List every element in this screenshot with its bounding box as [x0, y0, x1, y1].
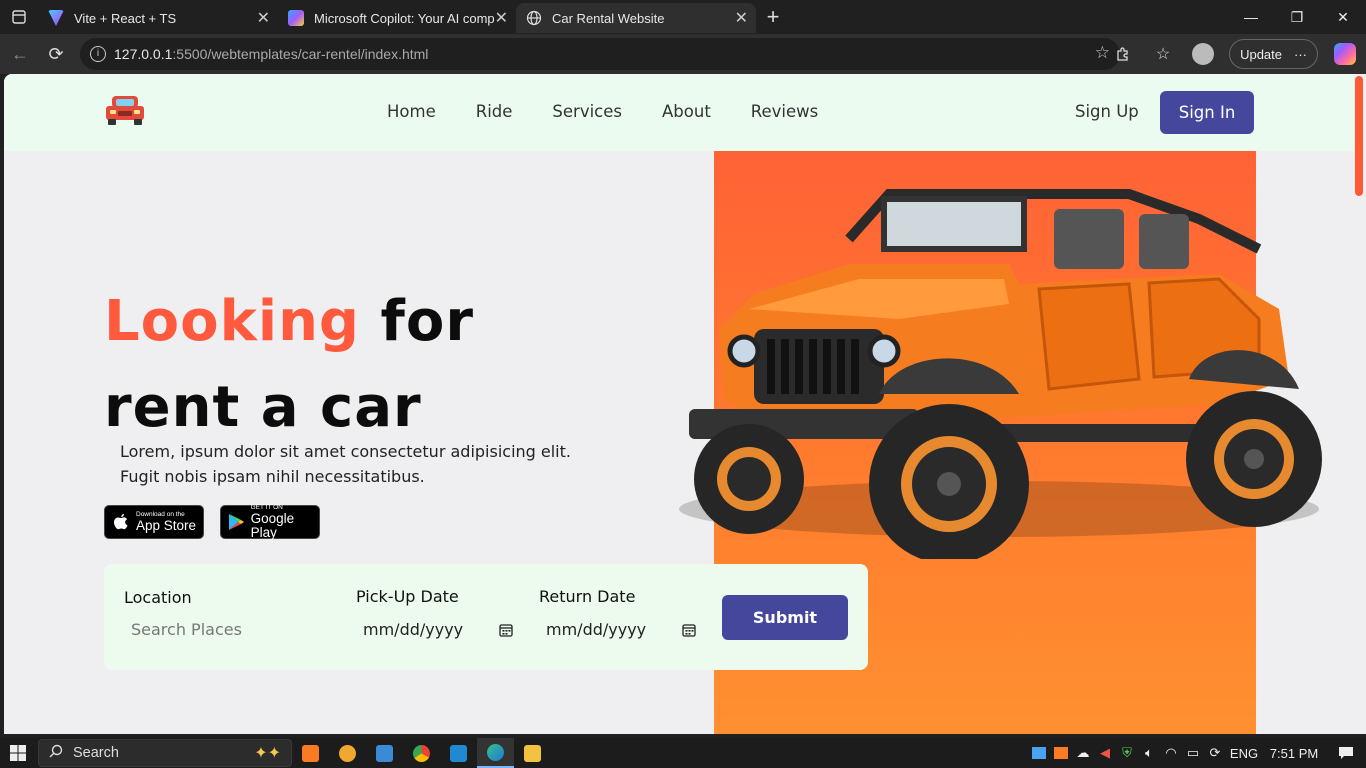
calendar-icon[interactable]: [682, 623, 696, 637]
close-tab-icon[interactable]: ✕: [735, 8, 748, 28]
location-label: Location: [124, 588, 192, 607]
chrome-icon[interactable]: [403, 738, 440, 768]
vscode-icon[interactable]: [440, 738, 477, 768]
file-explorer-icon[interactable]: [514, 738, 551, 768]
wifi-icon[interactable]: ◠: [1160, 738, 1182, 768]
onedrive-icon[interactable]: ☁: [1072, 738, 1094, 768]
reload-icon[interactable]: ⟳: [38, 36, 74, 72]
booking-form: Location Search Places Pick-Up Date mm/d…: [104, 564, 868, 670]
system-tray: ☁ ◀ ⛨ 🔈︎ ◠ ▭ ⟳ ENG 7:51 PM: [1028, 738, 1366, 768]
clock[interactable]: 7:51 PM: [1262, 738, 1326, 768]
return-date-input[interactable]: mm/dd/yyyy: [546, 620, 646, 639]
edge-icon[interactable]: [477, 738, 514, 768]
hero-desc-line2: Fugit nobis ipsam nihil necessitatibus.: [120, 467, 425, 486]
nav-reviews[interactable]: Reviews: [751, 102, 818, 121]
car-logo-icon[interactable]: [104, 92, 146, 126]
avatar: [1192, 43, 1215, 65]
site-header: Home Ride Services About Reviews Sign Up…: [4, 74, 1354, 151]
sparkle-icon: ✦✦: [254, 745, 281, 762]
page-viewport: Home Ride Services About Reviews Sign Up…: [4, 74, 1354, 734]
tab-copilot[interactable]: Microsoft Copilot: Your AI compa ✕: [278, 3, 516, 33]
url-path: :5500/webtemplates/car-rentel/index.html: [172, 46, 429, 62]
hero-desc-line1: Lorem, ipsum dolor sit amet consectetur …: [120, 442, 571, 461]
tab-title: Vite + React + TS: [74, 10, 177, 26]
pickup-date-input[interactable]: mm/dd/yyyy: [363, 620, 463, 639]
hero-title-accent: Looking: [104, 289, 361, 354]
hero-title-rest: for: [360, 289, 474, 354]
close-window-icon[interactable]: ✕: [1320, 0, 1366, 34]
pickup-date-label: Pick-Up Date: [356, 587, 459, 606]
copilot-sidebar-icon[interactable]: [1334, 43, 1356, 65]
minimize-icon[interactable]: —: [1228, 0, 1274, 34]
update-label: Update: [1240, 46, 1282, 62]
browser-tab-bar: Vite + React + TS ✕ Microsoft Copilot: Y…: [0, 0, 1366, 34]
location-input[interactable]: Search Places: [131, 620, 331, 639]
search-label: Search: [73, 745, 119, 761]
notifications-icon[interactable]: [1326, 738, 1366, 768]
security-icon[interactable]: ⛨: [1116, 738, 1138, 768]
main-nav: Home Ride Services About Reviews: [387, 102, 858, 121]
update-button[interactable]: Update ···: [1229, 39, 1318, 69]
window-controls: — ❐ ✕: [1228, 0, 1366, 34]
windows-start-icon[interactable]: [0, 738, 36, 768]
app-store-badge[interactable]: Download on the App Store: [104, 505, 204, 539]
back-icon[interactable]: ←: [2, 36, 38, 72]
apple-icon: [111, 512, 131, 532]
tab-title: Car Rental Website: [552, 10, 665, 26]
google-play-badge[interactable]: GET IT ON Google Play: [220, 504, 320, 540]
close-tab-icon[interactable]: ✕: [495, 8, 508, 28]
wheel: [694, 424, 804, 534]
nav-home[interactable]: Home: [387, 102, 436, 121]
new-tab-icon[interactable]: +: [756, 2, 790, 32]
calendar-icon[interactable]: [499, 623, 513, 637]
remote-desktop-icon[interactable]: [366, 738, 403, 768]
nav-about[interactable]: About: [662, 102, 711, 121]
restore-icon[interactable]: ❐: [1274, 0, 1320, 34]
sign-up-link[interactable]: Sign Up: [1075, 102, 1139, 121]
google-play-icon: [227, 512, 246, 532]
battery-icon[interactable]: ▭: [1182, 738, 1204, 768]
nav-ride[interactable]: Ride: [476, 102, 513, 121]
xampp-app-icon[interactable]: [292, 738, 329, 768]
scrollbar-thumb[interactable]: [1355, 76, 1363, 196]
browser-toolbar: ☆ Update ···: [1103, 38, 1366, 70]
tray-app-icon[interactable]: [1028, 738, 1050, 768]
windows-taskbar: Search ✦✦ ☁ ◀ ⛨ 🔈︎ ◠ ▭ ⟳ ENG 7:51 PM: [0, 738, 1366, 768]
url-field[interactable]: i 127.0.0.1:5500/webtemplates/car-rentel…: [80, 38, 1120, 70]
language-indicator[interactable]: ENG: [1226, 738, 1262, 768]
tray-xampp-icon[interactable]: [1050, 738, 1072, 768]
extensions-icon[interactable]: [1103, 38, 1143, 70]
jeep-image: [679, 189, 1322, 559]
nav-services[interactable]: Services: [552, 102, 622, 121]
page-scrollbar[interactable]: [1354, 74, 1366, 734]
site-info-icon[interactable]: i: [90, 46, 106, 62]
taskbar-search[interactable]: Search ✦✦: [38, 739, 292, 767]
address-bar-row: ← ⟳ i 127.0.0.1:5500/webtemplates/car-re…: [0, 34, 1366, 74]
search-icon: [49, 744, 63, 762]
volume-icon[interactable]: 🔈︎: [1138, 738, 1160, 768]
tab-actions-icon[interactable]: [0, 0, 38, 34]
submit-button[interactable]: Submit: [722, 595, 848, 640]
google-play-large-text: Google Play: [250, 511, 295, 540]
close-tab-icon[interactable]: ✕: [257, 8, 270, 28]
app-icon[interactable]: [329, 738, 366, 768]
profile-icon[interactable]: [1183, 38, 1223, 70]
return-date-label: Return Date: [539, 587, 636, 606]
tab-car-rental[interactable]: Car Rental Website ✕: [516, 3, 756, 33]
hero-title-line2: rent a car: [104, 375, 422, 440]
app-store-large-text: App Store: [136, 518, 197, 533]
alert-icon[interactable]: ◀: [1094, 738, 1116, 768]
hero-description: Lorem, ipsum dolor sit amet consectetur …: [120, 439, 600, 489]
vite-icon: [48, 10, 64, 26]
hero-title: Looking for rent a car: [104, 279, 474, 451]
favorites-icon[interactable]: ☆: [1143, 38, 1183, 70]
copilot-icon: [288, 10, 304, 26]
more-menu-icon[interactable]: ···: [1294, 47, 1307, 62]
tab-vite[interactable]: Vite + React + TS ✕: [38, 3, 278, 33]
tab-title: Microsoft Copilot: Your AI compa: [314, 10, 494, 26]
url-host: 127.0.0.1: [114, 46, 173, 62]
sign-in-button[interactable]: Sign In: [1160, 91, 1254, 134]
sync-icon[interactable]: ⟳: [1204, 738, 1226, 768]
globe-icon: [526, 10, 542, 26]
